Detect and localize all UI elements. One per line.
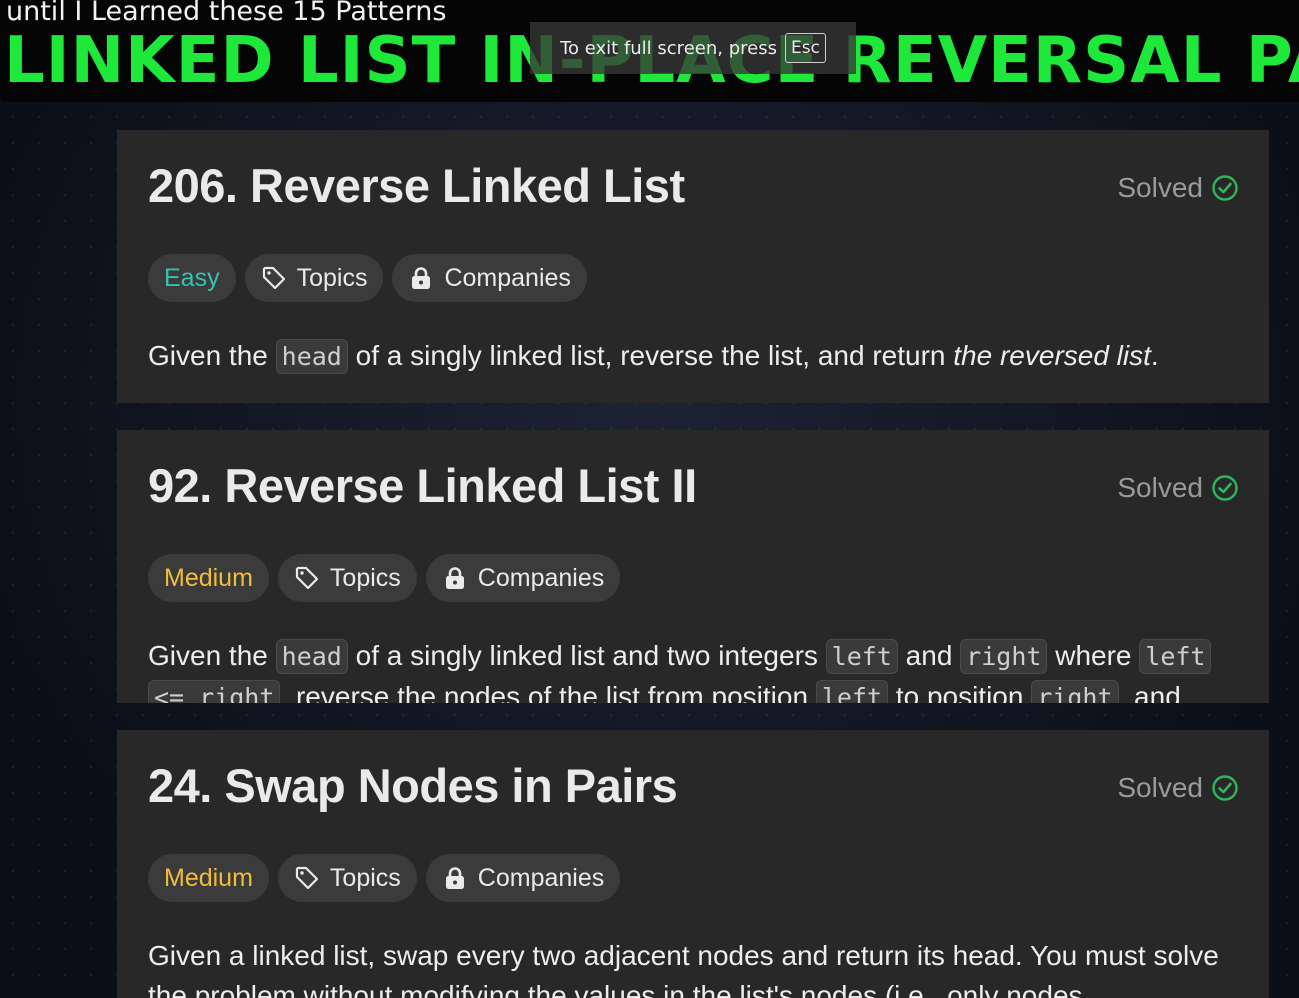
description-text: and [905, 640, 953, 671]
difficulty-badge: Medium [148, 854, 269, 902]
problem-description: Given the head of a singly linked list, … [148, 336, 1247, 377]
problem-card: 92. Reverse Linked List II Solved Medium… [117, 430, 1269, 703]
code-head: head [275, 639, 348, 674]
check-circle-icon [1212, 475, 1238, 501]
problem-title[interactable]: 206. Reverse Linked List [148, 158, 685, 213]
check-circle-icon [1212, 175, 1238, 201]
solved-status: Solved [1117, 772, 1239, 804]
topics-button[interactable]: Topics [277, 554, 417, 602]
description-text: Given a linked list, swap every two adja… [148, 940, 1219, 998]
companies-label: Companies [477, 863, 605, 892]
check-circle-icon [1212, 775, 1238, 801]
problem-title[interactable]: 24. Swap Nodes in Pairs [148, 758, 678, 813]
topics-label: Topics [296, 263, 368, 292]
topics-button[interactable]: Topics [277, 854, 417, 902]
topics-label: Topics [329, 563, 401, 592]
problem-title[interactable]: 92. Reverse Linked List II [148, 458, 697, 513]
lock-icon [445, 867, 464, 889]
description-text: of a singly linked list, reverse the lis… [355, 340, 946, 371]
code-left: left [825, 639, 898, 674]
esc-key: Esc [784, 33, 826, 63]
problem-tags: Easy Topics Companies [148, 254, 587, 302]
difficulty-badge: Easy [148, 254, 236, 302]
companies-button[interactable]: Companies [425, 854, 621, 902]
solved-label: Solved [1117, 472, 1203, 503]
code-left: left [1139, 639, 1212, 674]
tag-icon [262, 266, 285, 290]
companies-label: Companies [444, 263, 571, 292]
video-overlay: until I Learned these 15 Patterns LINKED… [0, 0, 1299, 102]
description-text: , reverse the nodes of the list from pos… [280, 681, 809, 703]
description-text: Given the [148, 640, 268, 671]
companies-button[interactable]: Companies [392, 254, 587, 302]
companies-button[interactable]: Companies [425, 554, 621, 602]
description-emphasis: the reversed list [953, 340, 1151, 371]
description-text: , and [1118, 681, 1181, 703]
solved-status: Solved [1117, 472, 1239, 504]
problem-card: 206. Reverse Linked List Solved Easy Top… [117, 130, 1269, 403]
solved-status: Solved [1117, 172, 1239, 204]
code-right: right [1031, 680, 1119, 703]
code-right: right [960, 639, 1048, 674]
description-text: Given the [148, 340, 268, 371]
description-text: to position [895, 681, 1024, 703]
problem-card: 24. Swap Nodes in Pairs Solved Medium To… [117, 730, 1269, 998]
problem-tags: Medium Topics Companies [148, 854, 621, 902]
description-text: . [1150, 340, 1159, 371]
video-subtitle: until I Learned these 15 Patterns [6, 0, 447, 27]
fullscreen-exit-notice: To exit full screen, press Esc [530, 22, 856, 74]
solved-label: Solved [1117, 772, 1203, 803]
difficulty-badge: Medium [148, 554, 269, 602]
lock-icon [445, 567, 464, 589]
problem-description: Given the head of a singly linked list a… [148, 636, 1247, 703]
topics-label: Topics [329, 863, 401, 892]
code-le-right: <= right [148, 680, 281, 703]
fullscreen-notice-text: To exit full screen, press [560, 37, 777, 59]
solved-label: Solved [1117, 172, 1203, 203]
problem-tags: Medium Topics Companies [148, 554, 621, 602]
code-left: left [815, 680, 889, 703]
lock-icon [412, 267, 431, 289]
tag-icon [295, 866, 319, 890]
description-text: where [1055, 640, 1132, 671]
description-text: of a singly linked list and two integers [355, 640, 818, 671]
companies-label: Companies [477, 563, 605, 592]
topics-button[interactable]: Topics [244, 254, 384, 302]
tag-icon [295, 566, 319, 590]
problem-description: Given a linked list, swap every two adja… [148, 936, 1247, 998]
code-head: head [275, 339, 348, 374]
